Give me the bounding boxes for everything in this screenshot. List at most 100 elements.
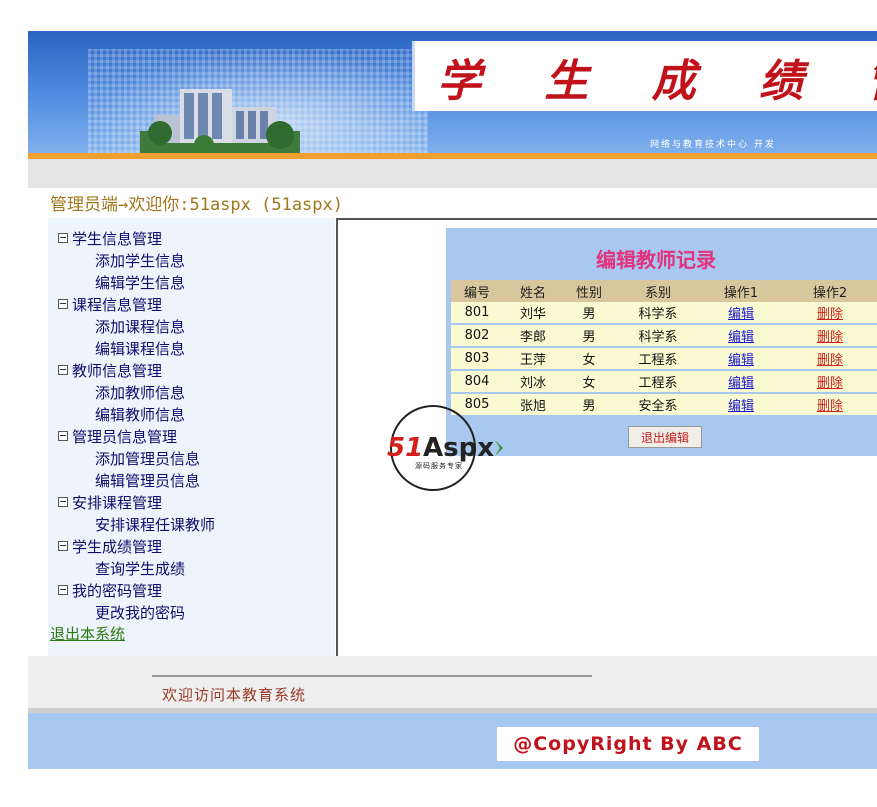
delete-link[interactable]: 删除 — [817, 353, 843, 368]
tree-item-label: 编辑课程信息 — [95, 340, 186, 358]
cell-op2: 删除 — [781, 370, 877, 394]
col-header: 操作2 — [781, 280, 877, 302]
cell-gender: 男 — [563, 302, 615, 325]
cell-op1: 编辑 — [701, 370, 781, 394]
cell-id: 802 — [451, 324, 503, 348]
tree-item-label: 编辑教师信息 — [95, 406, 186, 424]
cell-op2: 删除 — [781, 393, 877, 417]
delete-link[interactable]: 删除 — [817, 376, 843, 391]
tree-item-label: 管理员信息管理 — [72, 428, 178, 446]
tree-link[interactable]: 添加学生信息 — [58, 250, 215, 272]
copyright-text: @CopyRight By ABC — [497, 727, 759, 761]
tree-item-label: 编辑学生信息 — [95, 274, 186, 292]
cell-op1: 编辑 — [701, 302, 781, 325]
table-row: 803 王萍女工程系 编辑 删除 — [451, 347, 877, 371]
tree-group[interactable]: 教师信息管理 — [58, 360, 215, 382]
collapse-icon[interactable] — [58, 431, 68, 441]
tree-link[interactable]: 添加课程信息 — [58, 316, 215, 338]
tree-group[interactable]: 学生信息管理 — [58, 228, 215, 250]
teacher-table: 编号 姓名 性别 系别 操作1 操作2 801 刘华男科学系 编辑 删除 802 李郎男科… — [451, 280, 877, 417]
watermark-logo: 51 Aspx 源码服务专家 — [387, 405, 503, 491]
cell-op2: 删除 — [781, 324, 877, 348]
tree-link[interactable]: 编辑学生信息 — [58, 272, 215, 294]
edit-link[interactable]: 编辑 — [728, 330, 754, 345]
tree-link[interactable]: 编辑课程信息 — [58, 338, 215, 360]
nav-tree: 学生信息管理添加学生信息 编辑学生信息课程信息管理添加课程信息 编辑课程信息教师信息… — [58, 228, 215, 624]
edit-link[interactable]: 编辑 — [728, 307, 754, 322]
tree-group[interactable]: 管理员信息管理 — [58, 426, 215, 448]
top-gray-band — [28, 159, 877, 188]
watermark-brand-51: 51 — [387, 433, 423, 463]
system-title: 学 生 成 绩 管 理 系 — [437, 56, 877, 107]
tree-item-label: 添加学生信息 — [95, 252, 186, 270]
tree-group[interactable]: 课程信息管理 — [58, 294, 215, 316]
edit-link[interactable]: 编辑 — [728, 376, 754, 391]
collapse-icon[interactable] — [58, 541, 68, 551]
tree-item-label: 更改我的密码 — [95, 604, 186, 622]
tree-link[interactable]: 编辑教师信息 — [58, 404, 215, 426]
tree-link[interactable]: 安排课程任课教师 — [58, 514, 215, 536]
panel-title: 编辑教师记录 — [596, 248, 716, 272]
tree-item-label: 教师信息管理 — [72, 362, 163, 380]
exit-edit-button[interactable]: 退出编辑 — [628, 426, 702, 448]
watermark-tagline: 源码服务专家 — [415, 461, 463, 470]
cell-op1: 编辑 — [701, 324, 781, 348]
title-box: 学 生 成 绩 管 理 系 — [412, 41, 877, 111]
table-row: 804 刘冰女工程系 编辑 删除 — [451, 370, 877, 394]
tree-link[interactable]: 添加教师信息 — [58, 382, 215, 404]
tree-group[interactable]: 学生成绩管理 — [58, 536, 215, 558]
building-image — [140, 89, 300, 153]
tree-link[interactable]: 添加管理员信息 — [58, 448, 215, 470]
tree-link[interactable]: 编辑管理员信息 — [58, 470, 215, 492]
tree-item-label: 编辑管理员信息 — [95, 472, 201, 490]
tree-item-label: 课程信息管理 — [72, 296, 163, 314]
collapse-icon[interactable] — [58, 497, 68, 507]
collapse-icon[interactable] — [58, 233, 68, 243]
edit-link[interactable]: 编辑 — [728, 399, 754, 414]
cell-gender: 男 — [563, 393, 615, 417]
tree-link[interactable]: 查询学生成绩 — [58, 558, 215, 580]
tree-item-label: 我的密码管理 — [72, 582, 163, 600]
delete-link[interactable]: 删除 — [817, 399, 843, 414]
col-header: 姓名 — [503, 280, 563, 302]
cell-op2: 删除 — [781, 302, 877, 325]
tree-item-label: 查询学生成绩 — [95, 560, 186, 578]
banner-subtitle: 网络与教育技术中心 开发 — [650, 140, 776, 150]
tree-item-label: 添加教师信息 — [95, 384, 186, 402]
table-row: 802 李郎男科学系 编辑 删除 — [451, 324, 877, 348]
cell-id: 801 — [451, 302, 503, 325]
edit-link[interactable]: 编辑 — [728, 353, 754, 368]
collapse-icon[interactable] — [58, 299, 68, 309]
collapse-icon[interactable] — [58, 585, 68, 595]
delete-link[interactable]: 删除 — [817, 330, 843, 345]
header-banner: 学 生 成 绩 管 理 系 网络与教育技术中心 开发 — [28, 31, 877, 153]
delete-link[interactable]: 删除 — [817, 307, 843, 322]
tree-item-label: 学生成绩管理 — [72, 538, 163, 556]
tree-link[interactable]: 更改我的密码 — [58, 602, 215, 624]
collapse-icon[interactable] — [58, 365, 68, 375]
footer-band — [28, 656, 877, 712]
cell-op1: 编辑 — [701, 393, 781, 417]
sidebar: 学生信息管理添加学生信息 编辑学生信息课程信息管理添加课程信息 编辑课程信息教师信息… — [48, 218, 335, 658]
admin-welcome: 管理员端→欢迎你:51aspx (51aspx) — [50, 195, 343, 215]
cell-name: 李郎 — [503, 324, 563, 348]
cell-gender: 男 — [563, 324, 615, 348]
cell-op1: 编辑 — [701, 347, 781, 371]
watermark-brand-aspx: Aspx — [423, 433, 494, 463]
tree-group[interactable]: 安排课程管理 — [58, 492, 215, 514]
cell-id: 803 — [451, 347, 503, 371]
cell-name: 王萍 — [503, 347, 563, 371]
copyright-band: @CopyRight By ABC — [28, 713, 877, 769]
tree-group[interactable]: 我的密码管理 — [58, 580, 215, 602]
cell-name: 刘华 — [503, 302, 563, 325]
cell-op2: 删除 — [781, 347, 877, 371]
tree-item-label: 添加课程信息 — [95, 318, 186, 336]
tree-item-label: 添加管理员信息 — [95, 450, 201, 468]
logout-link[interactable]: 退出本系统 — [50, 623, 125, 644]
cell-dept: 科学系 — [615, 324, 701, 348]
table-header-row: 编号 姓名 性别 系别 操作1 操作2 — [451, 280, 877, 302]
tree-item-label: 安排课程管理 — [72, 494, 163, 512]
cell-dept: 安全系 — [615, 393, 701, 417]
cell-id: 804 — [451, 370, 503, 394]
col-header: 系别 — [615, 280, 701, 302]
